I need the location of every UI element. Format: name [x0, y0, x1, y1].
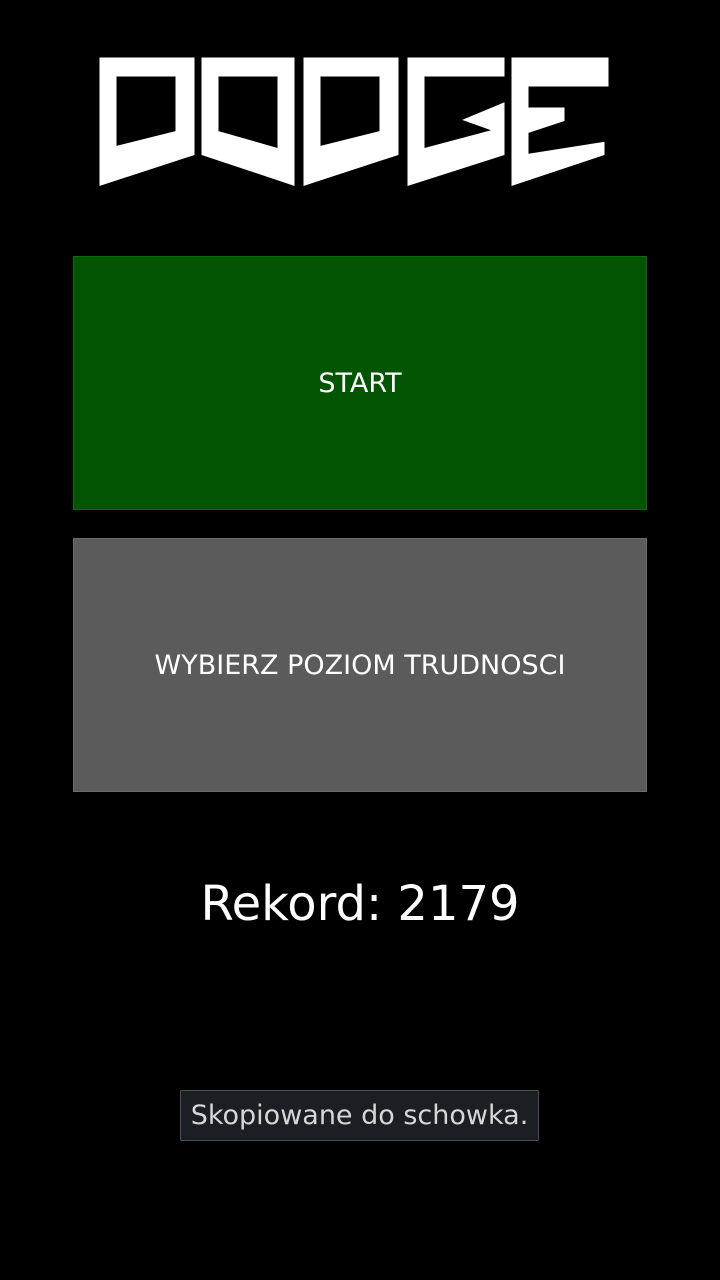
select-difficulty-button-label: WYBIERZ POZIOM TRUDNOSCI	[154, 649, 566, 681]
high-score-text: Rekord: 2179	[0, 872, 720, 936]
start-button-label: START	[318, 367, 402, 399]
toast-notification: Skopiowane do schowka.	[180, 1090, 539, 1141]
select-difficulty-button[interactable]: WYBIERZ POZIOM TRUDNOSCI	[73, 538, 647, 792]
dodge-logo-graphic	[96, 54, 612, 191]
toast-message: Skopiowane do schowka.	[190, 1100, 529, 1131]
high-score-display: Rekord: 2179	[200, 876, 520, 932]
start-button[interactable]: START	[73, 256, 647, 510]
dodge-logo	[96, 48, 614, 194]
